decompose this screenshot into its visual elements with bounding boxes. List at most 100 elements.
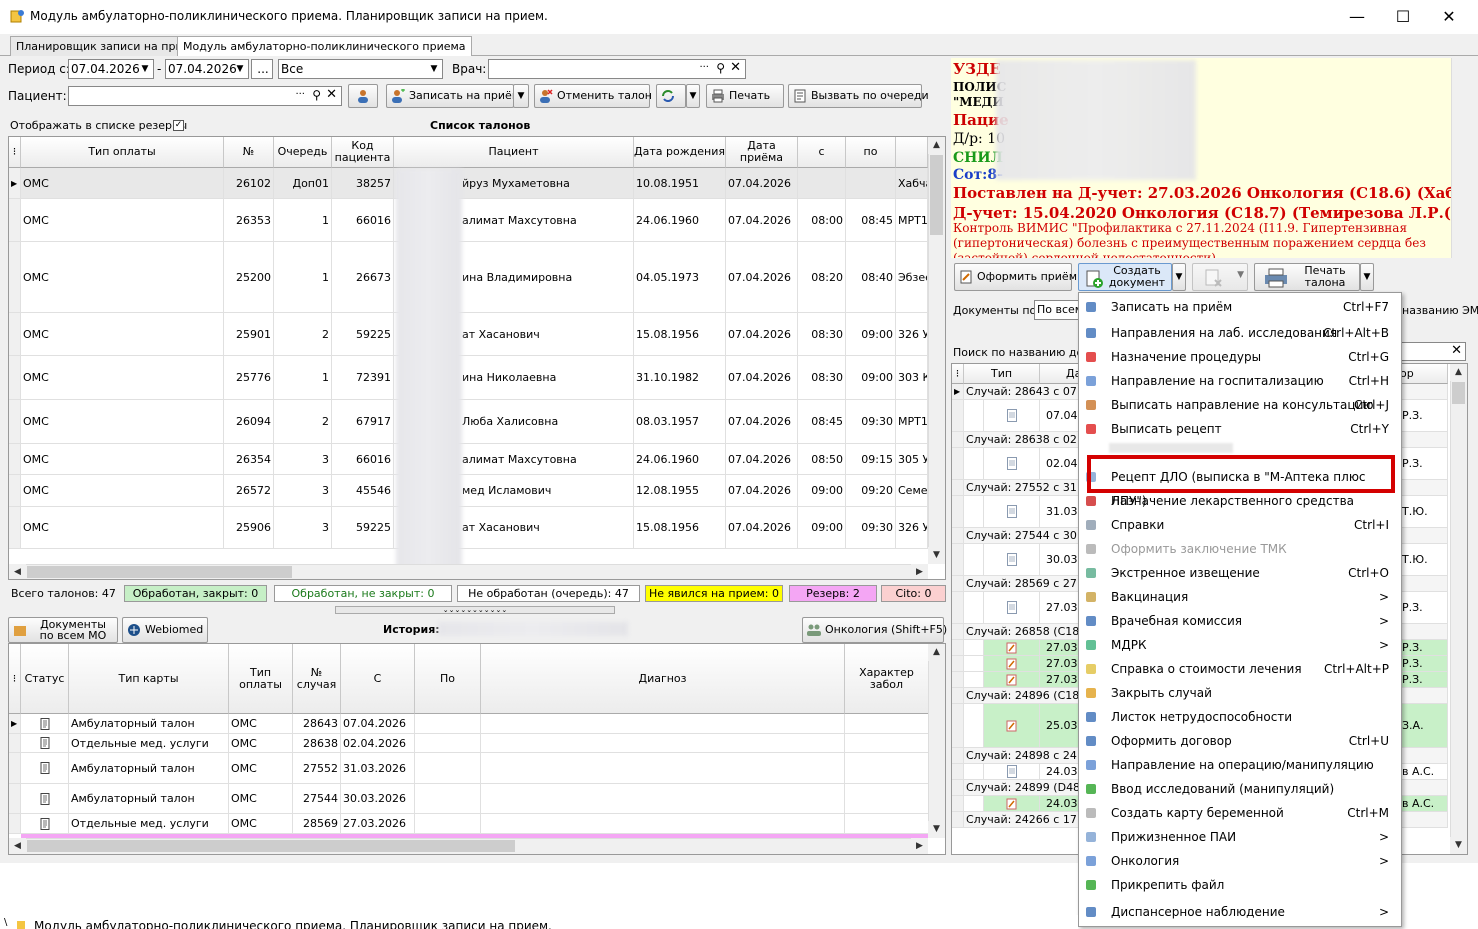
book-appointment-button[interactable]: Записать на приём [386, 84, 520, 108]
row-selector[interactable] [952, 796, 964, 812]
row-selector[interactable] [952, 528, 964, 544]
table-cell[interactable]: 27544 [293, 784, 341, 814]
table-cell[interactable]: 08:45 [846, 199, 896, 242]
minimize-button[interactable]: — [1342, 6, 1372, 28]
table-cell[interactable] [798, 168, 846, 199]
table-cell[interactable]: 10.08.1951 [634, 168, 726, 199]
status-cell[interactable] [21, 734, 69, 753]
table-cell[interactable]: 09:30 [846, 507, 896, 549]
table-cell[interactable]: Семен [896, 475, 928, 507]
table-cell[interactable]: 07.04.2026 [726, 168, 798, 199]
table-cell[interactable]: 07.04.2026 [726, 356, 798, 400]
table-cell[interactable]: 25776 [224, 356, 274, 400]
history-scrollbar-v[interactable] [928, 644, 945, 838]
table-cell[interactable] [481, 814, 845, 834]
doc-type-cell[interactable] [984, 672, 1040, 688]
scroll-right-icon[interactable]: ▶ [911, 838, 928, 854]
table-cell[interactable]: 09:30 [846, 400, 896, 444]
row-selector[interactable] [952, 656, 964, 672]
table-cell[interactable]: 08:50 [798, 444, 846, 475]
table-cell[interactable]: 26572 [224, 475, 274, 507]
table-cell[interactable]: 66016 [332, 444, 394, 475]
table-cell[interactable]: 26673 [332, 242, 394, 313]
webiomed-button[interactable]: Webiomed [122, 617, 208, 643]
patient-input[interactable]: ··· ⚲ ✕ [68, 86, 342, 106]
table-cell[interactable]: 27.03.2026 [341, 814, 415, 834]
table-cell[interactable]: 25200 [224, 242, 274, 313]
doc-author-cell[interactable]: в А.С. [1400, 764, 1448, 780]
table-cell[interactable] [415, 714, 481, 734]
patient-card-button[interactable] [348, 84, 378, 108]
table-cell[interactable]: 59225 [332, 507, 394, 549]
column-header[interactable]: Тип карты [69, 644, 229, 714]
column-header[interactable]: Да [1040, 364, 1081, 384]
table-cell[interactable]: Отдельные мед. услуги [69, 814, 229, 834]
row-selector[interactable] [9, 444, 21, 475]
scroll-up-icon[interactable]: ▲ [1450, 364, 1467, 381]
row-selector[interactable] [952, 480, 964, 496]
doc-author-cell[interactable]: Р.З. [1400, 448, 1448, 480]
row-selector[interactable] [9, 242, 21, 313]
table-cell[interactable] [481, 784, 845, 814]
table-cell[interactable]: 08:30 [798, 313, 846, 356]
menu-item[interactable]: Записать на приём Ctrl+F7 [1079, 295, 1401, 319]
scroll-up-icon[interactable]: ▲ [928, 644, 945, 661]
scroll-thumb[interactable] [27, 566, 292, 578]
table-cell[interactable]: 09:00 [798, 475, 846, 507]
table-cell[interactable]: 07.04.2026 [726, 400, 798, 444]
maximize-button[interactable]: ☐ [1388, 6, 1418, 28]
table-cell[interactable]: ОМС [21, 475, 224, 507]
table-cell[interactable]: 2 [274, 313, 332, 356]
table-cell[interactable]: ОМС [21, 400, 224, 444]
table-cell[interactable]: 07.04.2026 [726, 444, 798, 475]
table-cell[interactable]: 31.03.2026 [341, 753, 415, 784]
table-cell[interactable]: 08:20 [798, 242, 846, 313]
table-cell[interactable]: 08:30 [798, 356, 846, 400]
table-cell[interactable]: 3 [274, 444, 332, 475]
table-cell[interactable]: 1 [274, 199, 332, 242]
call-queue-button[interactable]: Вызвать по очереди [788, 84, 929, 108]
doc-type-cell[interactable] [984, 764, 1040, 780]
status-cell[interactable] [21, 714, 69, 734]
table-cell[interactable] [415, 814, 481, 834]
menu-item[interactable]: Листок нетрудоспособности [1079, 705, 1401, 729]
splitter-handle[interactable]: ⌄⌄⌄⌄⌄⌄⌄⌄⌄⌄⌄ [335, 606, 615, 614]
refresh-button[interactable] [656, 84, 686, 108]
table-cell[interactable]: 28569 [293, 814, 341, 834]
table-cell[interactable] [846, 168, 896, 199]
row-selector[interactable] [952, 624, 964, 640]
status-cell[interactable] [21, 784, 69, 814]
scroll-up-icon[interactable]: ▲ [928, 137, 945, 154]
doc-type-cell[interactable] [984, 796, 1040, 812]
row-selector[interactable] [9, 400, 21, 444]
table-cell[interactable]: 04.05.1973 [634, 242, 726, 313]
menu-item[interactable]: Направления на лаб. исследования Ctrl+Alt… [1079, 321, 1401, 345]
table-cell[interactable]: 15.08.1956 [634, 313, 726, 356]
table-cell[interactable]: 67917 [332, 400, 394, 444]
table-cell[interactable]: 26094 [224, 400, 274, 444]
table-cell[interactable]: ОМС [21, 242, 224, 313]
table-cell[interactable]: Амбулаторный талон [69, 714, 229, 734]
table-cell[interactable]: 3 [274, 507, 332, 549]
menu-item[interactable]: МДРК > [1079, 633, 1401, 657]
table-cell[interactable] [845, 814, 929, 834]
row-selector[interactable] [9, 199, 21, 242]
column-header[interactable]: Тип оплаты [229, 644, 293, 714]
table-cell[interactable]: 30.03.2026 [341, 784, 415, 814]
row-selector[interactable] [952, 688, 964, 704]
table-cell[interactable] [481, 753, 845, 784]
scroll-thumb[interactable] [930, 155, 943, 235]
doc-author-cell[interactable]: в А.С. [1400, 796, 1448, 812]
table-cell[interactable]: 15.08.1956 [634, 507, 726, 549]
table-cell[interactable]: 38257 [332, 168, 394, 199]
row-selector[interactable] [9, 784, 21, 814]
menu-item[interactable]: Создать карту беременной Ctrl+M [1079, 801, 1401, 825]
row-selector[interactable] [952, 400, 964, 432]
scroll-right-icon[interactable]: ▶ [911, 564, 928, 579]
close-button[interactable]: ✕ [1434, 6, 1464, 28]
table-cell[interactable]: Отдельные мед. услуги [69, 734, 229, 753]
row-selector[interactable]: ▶ [9, 714, 21, 734]
menu-item[interactable]: Прижизненное ПАИ > [1079, 825, 1401, 849]
table-cell[interactable]: ОМС [21, 199, 224, 242]
print-ticket-button[interactable]: Печать талона [1254, 263, 1360, 291]
